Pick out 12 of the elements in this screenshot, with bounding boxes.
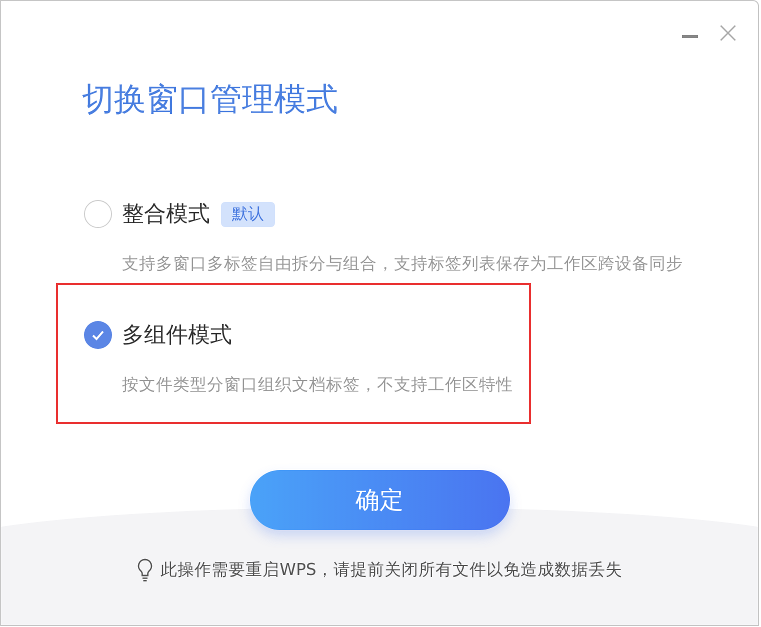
radio-button[interactable] xyxy=(84,321,112,349)
restart-hint: 此操作需要重启WPS，请提前关闭所有文件以免造成数据丢失 xyxy=(160,559,622,581)
option-label[interactable]: 整合模式 xyxy=(122,199,210,229)
lightbulb-icon xyxy=(136,558,153,582)
option-description: 支持多窗口多标签自由拆分与组合，支持标签列表保存为工作区跨设备同步 xyxy=(122,253,683,275)
dialog-title: 切换窗口管理模式 xyxy=(82,79,339,120)
minimize-icon xyxy=(682,34,698,38)
option-label[interactable]: 多组件模式 xyxy=(122,320,232,350)
default-badge: 默认 xyxy=(221,202,275,226)
option-description: 按文件类型分窗口组织文档标签，不支持工作区特性 xyxy=(122,374,513,396)
close-icon xyxy=(717,22,739,44)
radio-button[interactable] xyxy=(84,200,112,228)
